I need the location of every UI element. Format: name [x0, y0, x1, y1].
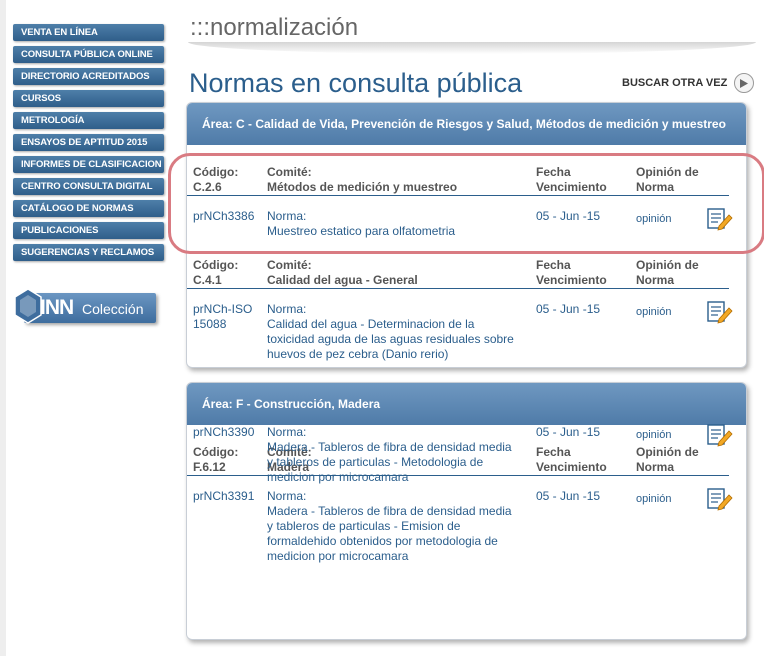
- norm-title: medicion por microcamara: [267, 549, 409, 563]
- inn-coleccion-logo[interactable]: INN Colección: [10, 286, 158, 326]
- edit-note-icon[interactable]: [707, 487, 733, 511]
- norma-header-label: Norma: [636, 180, 675, 194]
- opinion-link[interactable]: opinión: [636, 305, 671, 320]
- expiry-date: 05 - Jun -15: [536, 209, 601, 223]
- page-title: Normas en consulta pública: [189, 68, 523, 98]
- norm-row: prNCh3391 Norma: Madera - Tableros de fibr…: [187, 487, 742, 564]
- committee-name: Calidad del agua - General: [267, 273, 418, 287]
- search-again-button[interactable]: BUSCAR OTRA VEZ: [622, 73, 755, 93]
- sidebar-item-metrologia[interactable]: METROLOGÍA: [13, 112, 164, 129]
- norm-title: Calidad del agua - Determinacion de la: [267, 317, 475, 331]
- norm-title: Madera - Tableros de fibra de densidad m…: [267, 440, 512, 454]
- fecha-label: Fecha: [536, 258, 571, 272]
- sidebar-item-sugerencias[interactable]: SUGERENCIAS Y RECLAMOS: [13, 244, 164, 261]
- expiry-date: 05 - Jun -15: [536, 425, 601, 439]
- opinion-label: Opinión de: [636, 258, 699, 272]
- title-divider: [188, 42, 756, 54]
- comite-label: Comité:: [267, 165, 312, 179]
- committee-header: Código: C.2.6 Comité: Métodos de medición y…: [187, 165, 729, 196]
- norm-code: prNCh3391: [193, 489, 255, 503]
- norma-label: Norma:: [267, 489, 307, 503]
- edit-note-icon[interactable]: [707, 423, 733, 447]
- sidebar-item-directorio[interactable]: DIRECTORIO ACREDITADOS: [13, 68, 164, 85]
- sidebar-item-catalogo[interactable]: CATÁLOGO DE NORMAS: [13, 200, 164, 217]
- norm-title: huevos de pez cebra (Danio rerio): [267, 347, 449, 361]
- norma-header-label: Norma: [636, 273, 675, 287]
- left-gutter: [0, 0, 6, 656]
- norm-title: formaldehido obtenidos por metodologia d…: [267, 534, 498, 548]
- vencimiento-label: Vencimiento: [536, 180, 607, 194]
- expiry-date: 05 - Jun -15: [536, 302, 601, 316]
- area-title: Área: C - Calidad de Vida, Prevención de…: [187, 103, 746, 145]
- norm-title: toxicidad aguda de las aguas residuales …: [267, 332, 514, 346]
- comite-label: Comité:: [267, 258, 312, 272]
- opinion-label: Opinión de: [636, 165, 699, 179]
- sidebar-nav: VENTA EN LÍNEA CONSULTA PÚBLICA ONLINE D…: [13, 24, 164, 266]
- norma-label: Norma:: [267, 425, 307, 439]
- logo-brand: INN: [40, 296, 74, 319]
- area-panel: Área: C - Calidad de Vida, Prevención de…: [186, 102, 747, 368]
- norm-title: y tableros de particulas - Metodologia d…: [267, 455, 484, 469]
- committee-code: C.2.6: [193, 180, 222, 194]
- section-title: :::normalización: [190, 14, 359, 41]
- norm-row: prNCh3390 Norma: Madera - Tableros de fibr…: [187, 423, 742, 485]
- opinion-link[interactable]: opinión: [636, 492, 671, 507]
- opinion-link[interactable]: opinión: [636, 212, 671, 227]
- norm-code: prNCh-ISO: [193, 302, 253, 316]
- edit-note-icon[interactable]: [707, 207, 733, 231]
- expiry-date: 05 - Jun -15: [536, 489, 601, 503]
- sidebar-item-informes[interactable]: INFORMES DE CLASIFICACION: [13, 156, 164, 173]
- norm-title: Muestreo estatico para olfatometria: [267, 224, 456, 238]
- vencimiento-label: Vencimiento: [536, 273, 607, 287]
- fecha-label: Fecha: [536, 165, 571, 179]
- play-icon: [734, 73, 755, 93]
- sidebar-item-ensayos[interactable]: ENSAYOS DE APTITUD 2015: [13, 134, 164, 151]
- committee-header: Código: C.4.1 Comité: Calidad del agua - Ge…: [187, 258, 729, 289]
- committee-name: Métodos de medición y muestreo: [267, 180, 458, 194]
- norm-title: y tableros de particulas - Emision de: [267, 519, 461, 533]
- sidebar-item-publicaciones[interactable]: PUBLICACIONES: [13, 222, 164, 239]
- logo-subtitle: Colección: [82, 301, 144, 317]
- search-again-label: BUSCAR OTRA VEZ: [622, 77, 728, 89]
- inn-emblem-icon: [14, 288, 42, 324]
- norm-code: prNCh3390: [193, 425, 255, 439]
- norm-code: prNCh3386: [193, 209, 255, 223]
- codigo-label: Código:: [193, 258, 239, 272]
- sidebar-item-centro-consulta[interactable]: CENTRO CONSULTA DIGITAL: [13, 178, 164, 195]
- sidebar-item-venta-en-linea[interactable]: VENTA EN LÍNEA: [13, 24, 164, 41]
- sidebar-item-cursos[interactable]: CURSOS: [13, 90, 164, 107]
- sidebar-item-consulta-publica[interactable]: CONSULTA PÚBLICA ONLINE: [13, 46, 164, 63]
- committee-code: C.4.1: [193, 273, 222, 287]
- norm-title: Madera - Tableros de fibra de densidad m…: [267, 504, 512, 518]
- norm-row: prNCh3386 Norma: Muestreo estatico para ol…: [187, 207, 742, 239]
- area-title: Área: F - Construcción, Madera: [187, 383, 746, 425]
- norma-label: Norma:: [267, 209, 307, 223]
- opinion-link[interactable]: opinión: [636, 428, 671, 443]
- area-panel: Área: F - Construcción, Madera Código: F.6…: [186, 382, 747, 640]
- norm-row: prNCh-ISO 15088 Norma: Calidad del agua - D…: [187, 300, 742, 362]
- codigo-label: Código:: [193, 165, 239, 179]
- edit-note-icon[interactable]: [707, 300, 733, 324]
- norm-title: medicion por microcamara: [267, 470, 409, 484]
- norma-label: Norma:: [267, 302, 307, 316]
- norm-code: 15088: [193, 317, 227, 331]
